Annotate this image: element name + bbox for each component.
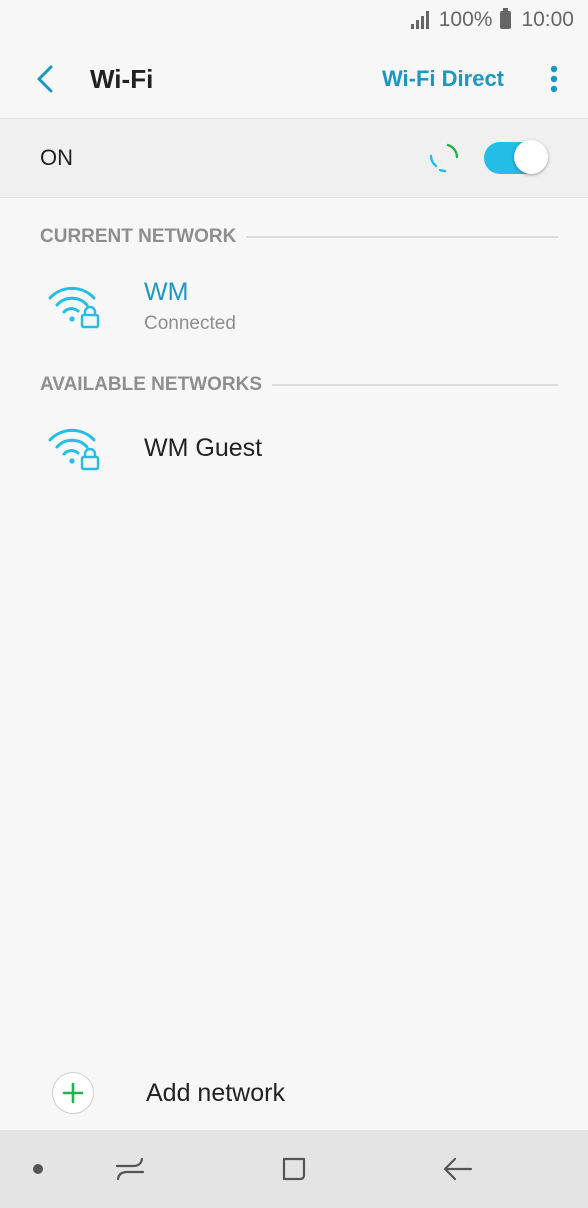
network-name-current: WM [144, 277, 189, 306]
divider [272, 384, 558, 386]
recent-apps-button[interactable] [100, 1130, 160, 1208]
recent-apps-icon [115, 1157, 145, 1181]
section-header-current: CURRENT NETWORK [40, 225, 558, 249]
back-arrow-icon [37, 65, 53, 93]
app-bar: Wi-Fi Wi-Fi Direct [0, 40, 588, 118]
nav-back-icon [443, 1157, 473, 1181]
back-button[interactable] [0, 40, 90, 118]
wifi-direct-button[interactable]: Wi-Fi Direct [382, 66, 504, 92]
section-header-available: AVAILABLE NETWORKS [40, 373, 558, 397]
home-icon [282, 1157, 306, 1181]
loading-spinner-icon [429, 143, 459, 173]
divider [246, 236, 558, 238]
signal-icon [410, 11, 429, 29]
home-button[interactable] [264, 1130, 324, 1208]
wifi-toggle-label: ON [40, 145, 73, 170]
wifi-switch[interactable] [484, 140, 548, 174]
plus-icon [52, 1072, 94, 1114]
status-bar: 100% 10:00 [0, 0, 588, 40]
network-row-wm-guest[interactable]: WM Guest [0, 418, 588, 478]
network-row-current[interactable]: WM Connected [0, 268, 588, 344]
battery-percent: 100% [438, 8, 493, 31]
nav-back-button[interactable] [428, 1130, 488, 1208]
switch-knob [514, 140, 548, 174]
section-label-current: CURRENT NETWORK [40, 226, 237, 247]
section-label-available: AVAILABLE NETWORKS [40, 374, 263, 395]
page-title: Wi-Fi [90, 63, 154, 94]
more-vert-icon [550, 65, 558, 93]
dot-icon [33, 1164, 43, 1174]
nav-dot-button[interactable] [28, 1130, 48, 1208]
wifi-lock-icon [48, 286, 100, 329]
more-options-button[interactable] [536, 49, 572, 109]
network-name-wm-guest: WM Guest [144, 433, 263, 462]
add-network-button[interactable]: Add network [0, 1060, 588, 1126]
clock: 10:00 [521, 8, 574, 31]
battery-icon [500, 8, 512, 29]
wifi-lock-icon [48, 428, 100, 471]
add-network-label: Add network [146, 1078, 285, 1107]
navigation-bar [0, 1130, 588, 1208]
network-status-current: Connected [144, 312, 236, 334]
wifi-toggle-row[interactable]: ON [0, 118, 588, 198]
